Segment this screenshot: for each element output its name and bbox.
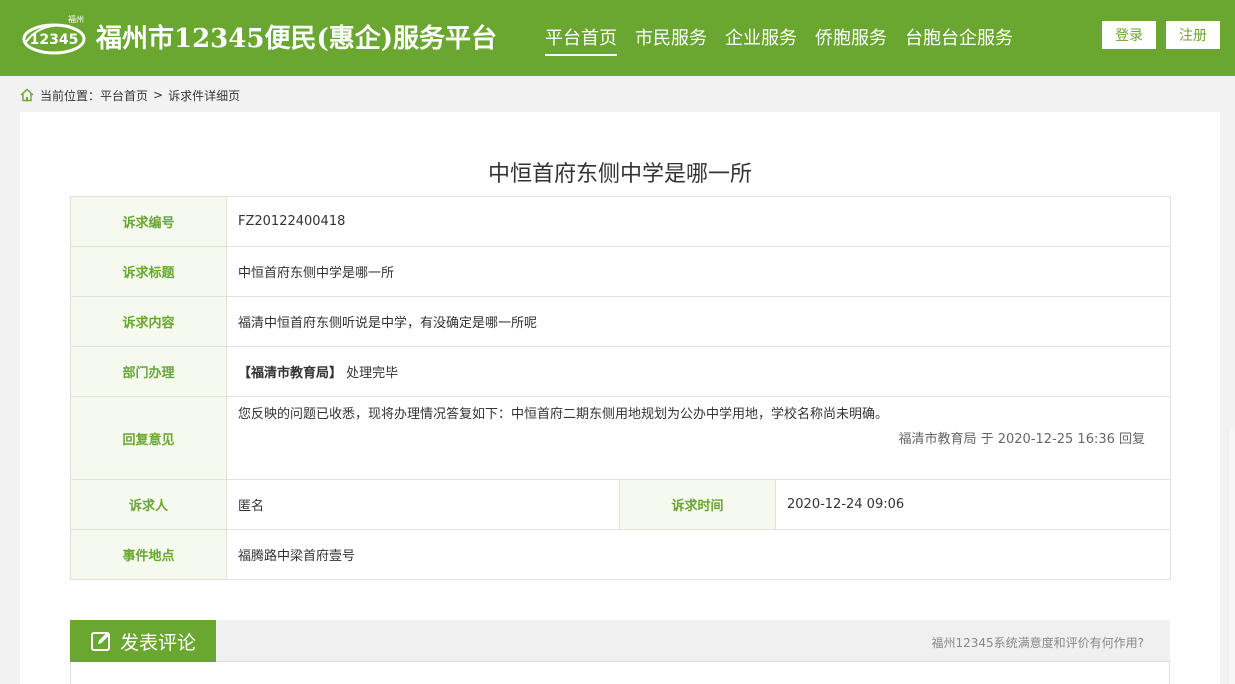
location-label: 事件地点	[70, 529, 227, 580]
edit-icon	[91, 632, 110, 651]
site-logo[interactable]: 12345 福州	[20, 12, 88, 62]
department-name: 【福清市教育局】	[238, 366, 343, 381]
request-time-label: 诉求时间	[619, 479, 776, 530]
nav-taiwan-services[interactable]: 台胞台企服务	[905, 24, 1013, 56]
request-content-label: 诉求内容	[70, 296, 227, 347]
department-label: 部门办理	[70, 346, 227, 397]
main-nav: 平台首页 市民服务 企业服务 侨胞服务 台胞台企服务	[545, 24, 1031, 56]
department-value: 【福清市教育局】 处理完毕	[225, 346, 1172, 397]
requester-label: 诉求人	[70, 479, 227, 530]
row-request-number: 诉求编号 FZ20122400418	[70, 196, 1172, 247]
request-title-value: 中恒首府东侧中学是哪一所	[225, 246, 1172, 297]
site-title: 福州市12345便民(惠企)服务平台	[96, 24, 498, 54]
breadcrumb-current: 诉求件详细页	[168, 88, 241, 103]
side-panel-edge	[1228, 428, 1235, 684]
post-comment-tab[interactable]: 发表评论	[70, 620, 216, 662]
row-department: 部门办理 【福清市教育局】 处理完毕	[70, 346, 1172, 397]
home-icon	[20, 88, 34, 102]
request-number-label: 诉求编号	[70, 196, 227, 247]
request-details-table: 诉求编号 FZ20122400418 诉求标题 中恒首府东侧中学是哪一所 诉求内…	[70, 196, 1172, 580]
reply-meta: 福清市教育局 于 2020-12-25 16:36 回复	[898, 432, 1146, 447]
breadcrumb-home-link[interactable]: 平台首页	[100, 87, 148, 104]
breadcrumb-separator: >	[153, 88, 164, 102]
site-header: 12345 福州 福州市12345便民(惠企)服务平台 平台首页 市民服务 企业…	[0, 0, 1235, 76]
comment-area[interactable]	[70, 662, 1170, 684]
logo-small-text: 福州	[68, 15, 84, 24]
department-status: 处理完毕	[346, 366, 399, 381]
row-request-content: 诉求内容 福清中恒首府东侧听说是中学，有没确定是哪一所呢	[70, 296, 1172, 347]
page-title: 中恒首府东侧中学是哪一所	[487, 162, 752, 187]
reply-label: 回复意见	[70, 396, 227, 480]
request-title-label: 诉求标题	[70, 246, 227, 297]
register-button[interactable]: 注册	[1166, 21, 1220, 49]
row-reply: 回复意见 您反映的问题已收悉，现将办理情况答复如下：中恒首府二期东侧用地规划为公…	[70, 396, 1172, 480]
row-location: 事件地点 福腾路中梁首府壹号	[70, 529, 1172, 580]
request-content-value: 福清中恒首府东侧听说是中学，有没确定是哪一所呢	[225, 296, 1172, 347]
nav-citizen-services[interactable]: 市民服务	[635, 24, 707, 56]
reply-text: 您反映的问题已收悉，现将办理情况答复如下：中恒首府二期东侧用地规划为公办中学用地…	[238, 407, 889, 422]
login-button[interactable]: 登录	[1102, 21, 1156, 49]
breadcrumb: 当前位置： 平台首页 > 诉求件详细页	[20, 86, 240, 104]
logo-emblem-icon: 12345 福州	[22, 15, 86, 55]
location-value: 福腾路中梁首府壹号	[225, 529, 1172, 580]
logo-number: 12345	[30, 32, 79, 48]
requester-value: 匿名	[226, 479, 620, 530]
nav-enterprise-services[interactable]: 企业服务	[725, 24, 797, 56]
row-request-title: 诉求标题 中恒首府东侧中学是哪一所	[70, 246, 1172, 297]
post-comment-label: 发表评论	[120, 631, 197, 654]
comment-header: 发表评论 福州12345系统满意度和评价有何作用?	[70, 620, 1170, 662]
reply-value: 您反映的问题已收悉，现将办理情况答复如下：中恒首府二期东侧用地规划为公办中学用地…	[225, 396, 1172, 480]
request-number-value: FZ20122400418	[225, 196, 1172, 247]
nav-overseas-chinese-services[interactable]: 侨胞服务	[815, 24, 887, 56]
detail-card: 中恒首府东侧中学是哪一所 诉求编号 FZ20122400418 诉求标题 中恒首…	[20, 112, 1220, 684]
nav-home[interactable]: 平台首页	[545, 24, 617, 56]
comment-help-link[interactable]: 福州12345系统满意度和评价有何作用?	[931, 634, 1144, 651]
request-time-value: 2020-12-24 09:06	[774, 479, 1172, 530]
breadcrumb-prefix: 当前位置：	[40, 88, 101, 103]
row-requester: 诉求人 匿名 诉求时间 2020-12-24 09:06	[70, 479, 1172, 530]
